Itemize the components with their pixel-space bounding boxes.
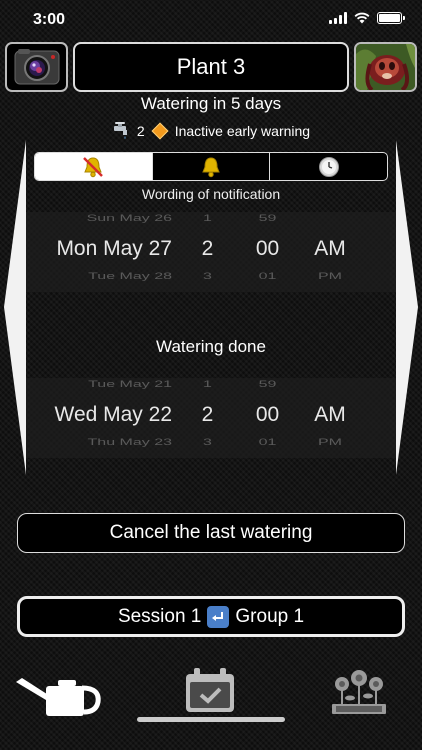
watering-can-icon (16, 678, 101, 716)
watering-countdown: Watering in 5 days (140, 94, 282, 113)
picker-minute: 59 (258, 380, 277, 390)
picker-ampm: AM (314, 237, 346, 260)
picker-date: Tue May 28 (88, 272, 172, 282)
picker-ampm (300, 380, 360, 390)
clock-icon (318, 156, 339, 177)
picker-ampm: AM (314, 403, 346, 426)
status-icons (329, 12, 405, 24)
picker-hour: 2 (201, 403, 214, 426)
picker-hour: 1 (203, 214, 212, 224)
tab-watering[interactable] (16, 668, 102, 723)
battery-icon (377, 12, 405, 24)
bell-icon (202, 156, 220, 177)
swap-arrow-icon (207, 605, 230, 628)
plant-title-text: Plant 3 (176, 54, 246, 79)
plant-photo-button[interactable] (354, 42, 417, 92)
tab-garden[interactable] (330, 668, 388, 721)
calendar-check-icon (186, 668, 234, 712)
notification-mode-segmented-control (34, 152, 388, 181)
session-group-button[interactable]: Session 1 Group 1 (17, 596, 405, 637)
segment-bell[interactable] (153, 153, 271, 180)
picker-ampm: PM (318, 272, 342, 282)
picker-minute: 01 (258, 438, 277, 448)
picker-row-next: Thu May 23 3 01 PM (26, 438, 396, 448)
picker-row-selected: Wed May 22 2 00 AM (26, 403, 396, 427)
segment-clock[interactable] (270, 153, 387, 180)
plant-photo (356, 44, 415, 90)
tab-calendar[interactable] (184, 668, 236, 719)
picker-hour: 2 (201, 237, 214, 260)
picker-date: Thu May 23 (87, 438, 172, 448)
picker-hour: 3 (203, 438, 212, 448)
session-label: Session 1 (117, 605, 202, 627)
cancel-button-label: Cancel the last watering (109, 522, 313, 543)
bottom-tab-bar (0, 660, 422, 730)
wifi-icon (354, 12, 370, 24)
picker-row-prev: Sun May 26 1 59 (26, 214, 396, 224)
picker-date: Sun May 26 (86, 214, 172, 224)
orange-diamond-icon (151, 122, 169, 140)
header: Plant 3 (5, 42, 417, 94)
wording-label: Wording of notification (141, 186, 281, 202)
camera-icon (14, 49, 59, 85)
picker-minute: 00 (255, 403, 280, 426)
plant-title[interactable]: Plant 3 (73, 42, 349, 92)
picker-minute: 00 (255, 237, 280, 260)
picker-row-next: Tue May 28 3 01 PM (26, 272, 396, 282)
camera-button[interactable] (5, 42, 68, 92)
status-bar: 3:00 (0, 0, 422, 40)
group-label: Group 1 (235, 605, 305, 627)
segment-bell-off[interactable] (35, 153, 153, 180)
picker-row-selected: Mon May 27 2 00 AM (26, 237, 396, 261)
cancel-last-watering-button[interactable]: Cancel the last watering (17, 513, 405, 553)
picker-date: Tue May 21 (88, 380, 172, 390)
garden-icon (332, 670, 386, 714)
picker-row-prev: Tue May 21 1 59 (26, 380, 396, 390)
home-indicator[interactable] (137, 717, 285, 722)
signal-icon (329, 12, 347, 24)
picker-hour: 3 (203, 272, 212, 282)
notification-date-picker[interactable]: Sun May 26 1 59 Mon May 27 2 00 AM Tue M… (26, 212, 396, 292)
early-warning-line: 2 Inactive early warning (0, 122, 422, 140)
picker-date: Wed May 22 (54, 403, 173, 426)
status-time: 3:00 (33, 11, 66, 28)
watering-done-date-picker[interactable]: Tue May 21 1 59 Wed May 22 2 00 AM Thu M… (26, 378, 396, 458)
picker-ampm: PM (318, 438, 342, 448)
warning-label: Inactive early warning (174, 123, 311, 139)
picker-date: Mon May 27 (56, 237, 172, 260)
watering-done-label: Watering done (156, 337, 266, 356)
faucet-icon (113, 122, 127, 139)
picker-minute: 01 (258, 272, 277, 282)
warning-count: 2 (136, 123, 145, 139)
picker-minute: 59 (258, 214, 277, 224)
picker-hour: 1 (203, 380, 212, 390)
picker-ampm (300, 214, 360, 224)
bell-off-icon (83, 156, 104, 177)
